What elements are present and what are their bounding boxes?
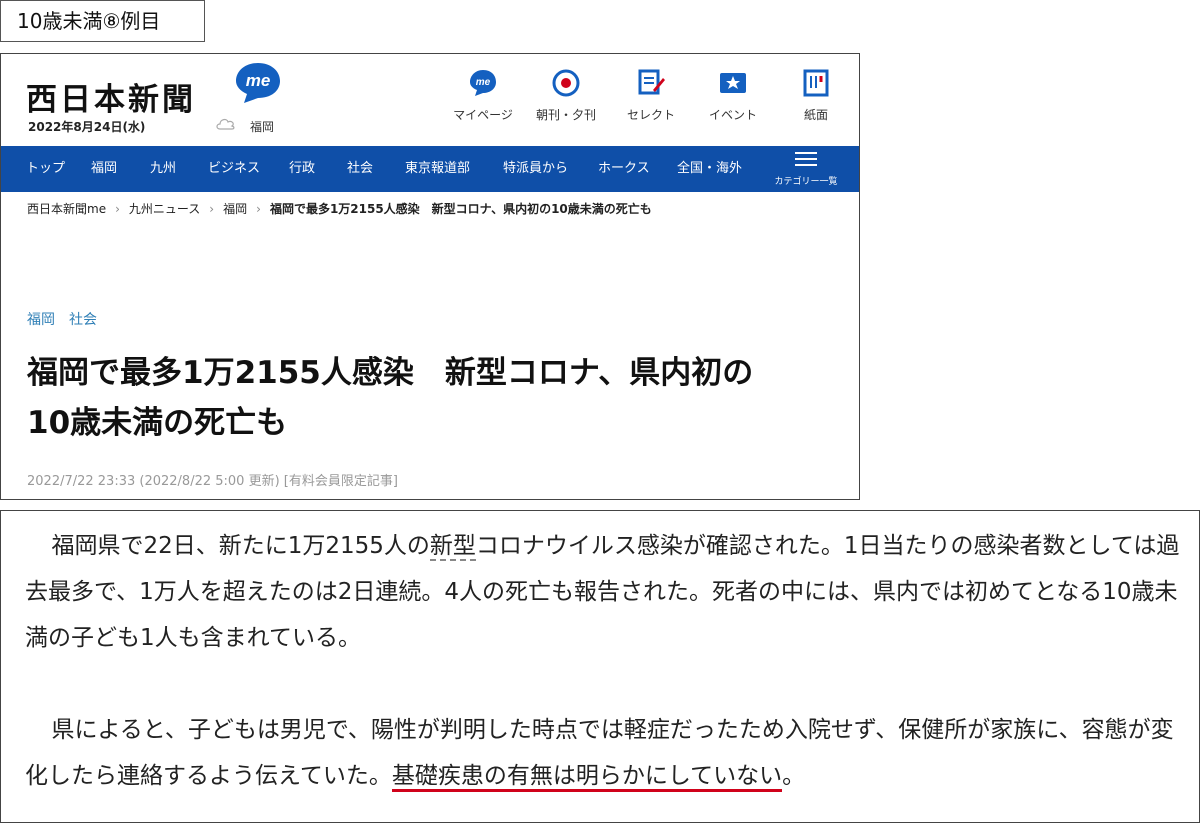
chevron-right-icon: › <box>209 202 215 216</box>
newspaper-target-icon <box>552 69 580 97</box>
site-logo[interactable]: 西日本新聞 <box>26 74 196 119</box>
me-badge-icon[interactable]: me <box>234 61 282 105</box>
nav-mypage[interactable]: me マイページ <box>438 68 528 123</box>
paper-icon <box>803 69 829 97</box>
me-icon: me <box>470 70 496 96</box>
menu-item-society[interactable]: 社会 <box>347 146 373 192</box>
weather-city: 福岡 <box>250 120 275 134</box>
paragraph-1: 福岡県で22日、新たに1万2155人の新型コロナウイルス感染が確認された。1日当… <box>25 523 1185 661</box>
breadcrumb-home[interactable]: 西日本新聞me <box>27 202 106 216</box>
tag-society[interactable]: 社会 <box>69 312 97 328</box>
title-line-1: 福岡で最多1万2155人感染 新型コロナ、県内初の <box>27 355 754 391</box>
menu-item-correspondents[interactable]: 特派員から <box>503 146 568 192</box>
highlighted-text: 基礎疾患の有無は明らかにしていない <box>391 763 783 792</box>
nav-label: マイページ <box>453 108 513 122</box>
category-list-label: カテゴリー一覧 <box>774 177 838 187</box>
menu-item-fukuoka[interactable]: 福岡 <box>91 146 117 192</box>
nav-select[interactable]: セレクト <box>606 68 696 123</box>
menu-item-hawks[interactable]: ホークス <box>598 146 650 192</box>
me-badge-text: me <box>246 71 271 90</box>
nav-morning-evening[interactable]: 朝刊・夕刊 <box>521 68 611 123</box>
article-body-panel: 福岡県で22日、新たに1万2155人の新型コロナウイルス感染が確認された。1日当… <box>0 510 1200 823</box>
breadcrumb-current: 福岡で最多1万2155人感染 新型コロナ、県内初の10歳未満の死亡も <box>269 202 652 216</box>
article-body: 福岡県で22日、新たに1万2155人の新型コロナウイルス感染が確認された。1日当… <box>25 523 1185 799</box>
category-list-button[interactable]: カテゴリー一覧 <box>771 152 841 188</box>
article-title: 福岡で最多1万2155人感染 新型コロナ、県内初の 10歳未満の死亡も <box>27 348 837 448</box>
nav-label: イベント <box>708 108 757 122</box>
hamburger-icon <box>795 152 817 166</box>
breadcrumb: 西日本新聞me › 九州ニュース › 福岡 › 福岡で最多1万2155人感染 新型コロナ、県… <box>27 200 652 217</box>
category-menu: トップ 福岡 九州 ビジネス 行政 社会 東京報道部 特派員から ホークス 全国… <box>1 146 859 192</box>
title-line-2: 10歳未満の死亡も <box>27 405 288 441</box>
menu-item-top[interactable]: トップ <box>26 146 65 192</box>
nav-label: セレクト <box>626 108 675 122</box>
text-segment: 福岡県で22日、新たに1万2155人の <box>51 533 430 559</box>
menu-item-business[interactable]: ビジネス <box>208 146 260 192</box>
paragraph-2: 県によると、子どもは男児で、陽性が判明した時点では軽症だったため入院せず、保健所… <box>25 707 1185 799</box>
nav-paper[interactable]: 紙面 <box>771 68 861 123</box>
article-screenshot: 西日本新聞 me 2022年8月24日(水) 福岡 me マイページ 朝刊・夕刊… <box>0 53 860 500</box>
svg-text:me: me <box>476 77 491 88</box>
article-tags: 福岡 社会 <box>27 309 111 329</box>
menu-item-national[interactable]: 全国・海外 <box>677 146 742 192</box>
breadcrumb-fukuoka[interactable]: 福岡 <box>223 202 247 216</box>
chevron-right-icon: › <box>256 202 261 216</box>
text-segment: 。 <box>782 763 806 789</box>
select-icon <box>638 69 665 95</box>
case-label: 10歳未満⑧例目 <box>0 0 205 42</box>
menu-item-kyushu[interactable]: 九州 <box>150 146 176 192</box>
nav-label: 朝刊・夕刊 <box>535 108 596 122</box>
menu-item-tokyo[interactable]: 東京報道部 <box>405 146 470 192</box>
tag-fukuoka[interactable]: 福岡 <box>27 312 55 328</box>
article-meta: 2022/7/22 23:33 (2022/8/22 5:00 更新) [有料会… <box>27 474 398 489</box>
date: 2022年8月24日(水) <box>28 120 146 134</box>
nav-label: 紙面 <box>803 108 828 122</box>
chevron-right-icon: › <box>115 202 120 216</box>
nav-event[interactable]: イベント <box>688 68 778 123</box>
link-term[interactable]: 新型 <box>429 533 476 561</box>
breadcrumb-kyushu[interactable]: 九州ニュース <box>129 202 200 216</box>
event-icon <box>720 73 746 93</box>
menu-item-government[interactable]: 行政 <box>289 146 315 192</box>
cloud-icon <box>216 118 235 130</box>
